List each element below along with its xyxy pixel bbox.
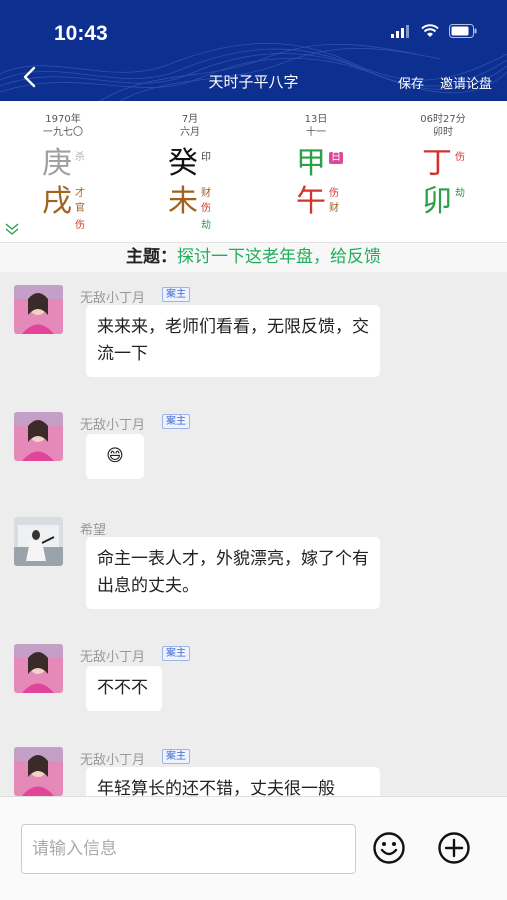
owner-badge: 案主	[162, 646, 190, 661]
stem-char: 丁	[422, 146, 452, 181]
pillar-date: 06时27分	[420, 114, 466, 125]
branch-tag: 劫	[201, 220, 211, 231]
branch-char: 戌	[42, 184, 72, 219]
branch-char: 午	[296, 184, 326, 219]
message-bubble: 不不不	[86, 666, 162, 711]
pillar-hour: 06时27分 卯时	[393, 113, 493, 139]
battery-icon	[449, 24, 477, 38]
sender-name: 无敌小丁月	[80, 291, 146, 306]
emoji-button[interactable]	[372, 831, 406, 865]
signal-icon	[391, 24, 409, 38]
branch-tag: 才	[75, 188, 85, 199]
avatar[interactable]	[14, 644, 63, 693]
branch-tag: 劫	[455, 188, 465, 199]
branch-char: 卯	[422, 184, 452, 219]
message-list[interactable]: 无敌小丁月 案主 来来来，老师们看看，无限反馈，交流一下 无敌小丁月 案主 😄 …	[0, 272, 507, 796]
stem-char: 癸	[168, 146, 198, 181]
message-input[interactable]: 请输入信息	[21, 824, 356, 874]
topic-text: 探讨一下这老年盘，给反馈	[177, 247, 381, 267]
day-master-badge: 日	[329, 152, 343, 164]
pillar-date-lunar: 卯时	[433, 127, 453, 138]
status-time: 10:43	[54, 22, 108, 45]
topic-label: 主题：	[126, 247, 177, 267]
stem-char: 甲	[296, 146, 326, 181]
branch-tag: 财	[329, 203, 339, 214]
wifi-icon	[421, 24, 439, 37]
user-avatar-image	[14, 285, 63, 334]
user-avatar-image	[14, 517, 63, 566]
status-icons	[391, 24, 477, 38]
avatar[interactable]	[14, 285, 63, 334]
pillar-year: 1970年 一九七〇	[13, 113, 113, 139]
pillar-date: 7月	[181, 114, 199, 125]
branch-tag: 伤	[75, 220, 85, 231]
smiley-icon	[373, 832, 405, 864]
user-avatar-image	[14, 747, 63, 796]
sender-name: 希望	[80, 523, 107, 538]
pillar-date-lunar: 六月	[180, 127, 200, 138]
pillar-date-lunar: 十一	[306, 127, 326, 138]
pillar-day: 13日 十一	[266, 113, 366, 139]
page-title: 天时子平八字	[208, 73, 299, 91]
branch-char: 未	[168, 184, 198, 219]
avatar[interactable]	[14, 412, 63, 461]
plus-circle-icon	[438, 832, 470, 864]
sender-name: 无敌小丁月	[80, 418, 146, 433]
branch-tag: 伤	[329, 188, 339, 199]
branch-tag: 伤	[201, 203, 211, 214]
pillar-date-lunar: 一九七〇	[43, 127, 83, 138]
stem-tag: 印	[201, 152, 211, 163]
branch-tag: 财	[201, 188, 211, 199]
stem-tag: 杀	[75, 152, 85, 163]
invite-button[interactable]: 邀请论盘	[440, 73, 492, 92]
expand-icon[interactable]	[5, 223, 19, 236]
message-bubble: 😄	[86, 434, 144, 479]
input-bar: 请输入信息	[0, 796, 507, 900]
avatar[interactable]	[14, 517, 63, 566]
pillar-date: 1970年	[45, 114, 81, 125]
message-bubble: 命主一表人才，外貌漂亮，嫁了个有出息的丈夫。	[86, 537, 380, 609]
stem-tag: 伤	[455, 152, 465, 163]
pillar-date: 13日	[304, 114, 328, 125]
avatar[interactable]	[14, 747, 63, 796]
branch-tag: 官	[75, 203, 85, 214]
app-header: 10:43 天时子平八字 保存 邀请论盘	[0, 0, 507, 101]
message-bubble: 年轻算长的还不错，丈夫很一般	[86, 767, 380, 796]
message-bubble: 来来来，老师们看看，无限反馈，交流一下	[86, 305, 380, 377]
double-chevron-down-icon	[5, 223, 19, 235]
owner-badge: 案主	[162, 414, 190, 429]
pillar-month: 7月 六月	[140, 113, 240, 139]
owner-badge: 案主	[162, 287, 190, 302]
bazi-chart: 1970年 一九七〇 庚 杀 戌 才 官 伤 7月 六月 癸 印 未 财 伤 劫…	[0, 101, 507, 242]
sender-name: 无敌小丁月	[80, 650, 146, 665]
stem-char: 庚	[42, 146, 72, 181]
user-avatar-image	[14, 644, 63, 693]
topic-bar: 主题：探讨一下这老年盘，给反馈	[0, 243, 507, 272]
owner-badge: 案主	[162, 749, 190, 764]
sender-name: 无敌小丁月	[80, 753, 146, 768]
save-button[interactable]: 保存	[398, 73, 424, 92]
user-avatar-image	[14, 412, 63, 461]
plus-button[interactable]	[437, 831, 471, 865]
